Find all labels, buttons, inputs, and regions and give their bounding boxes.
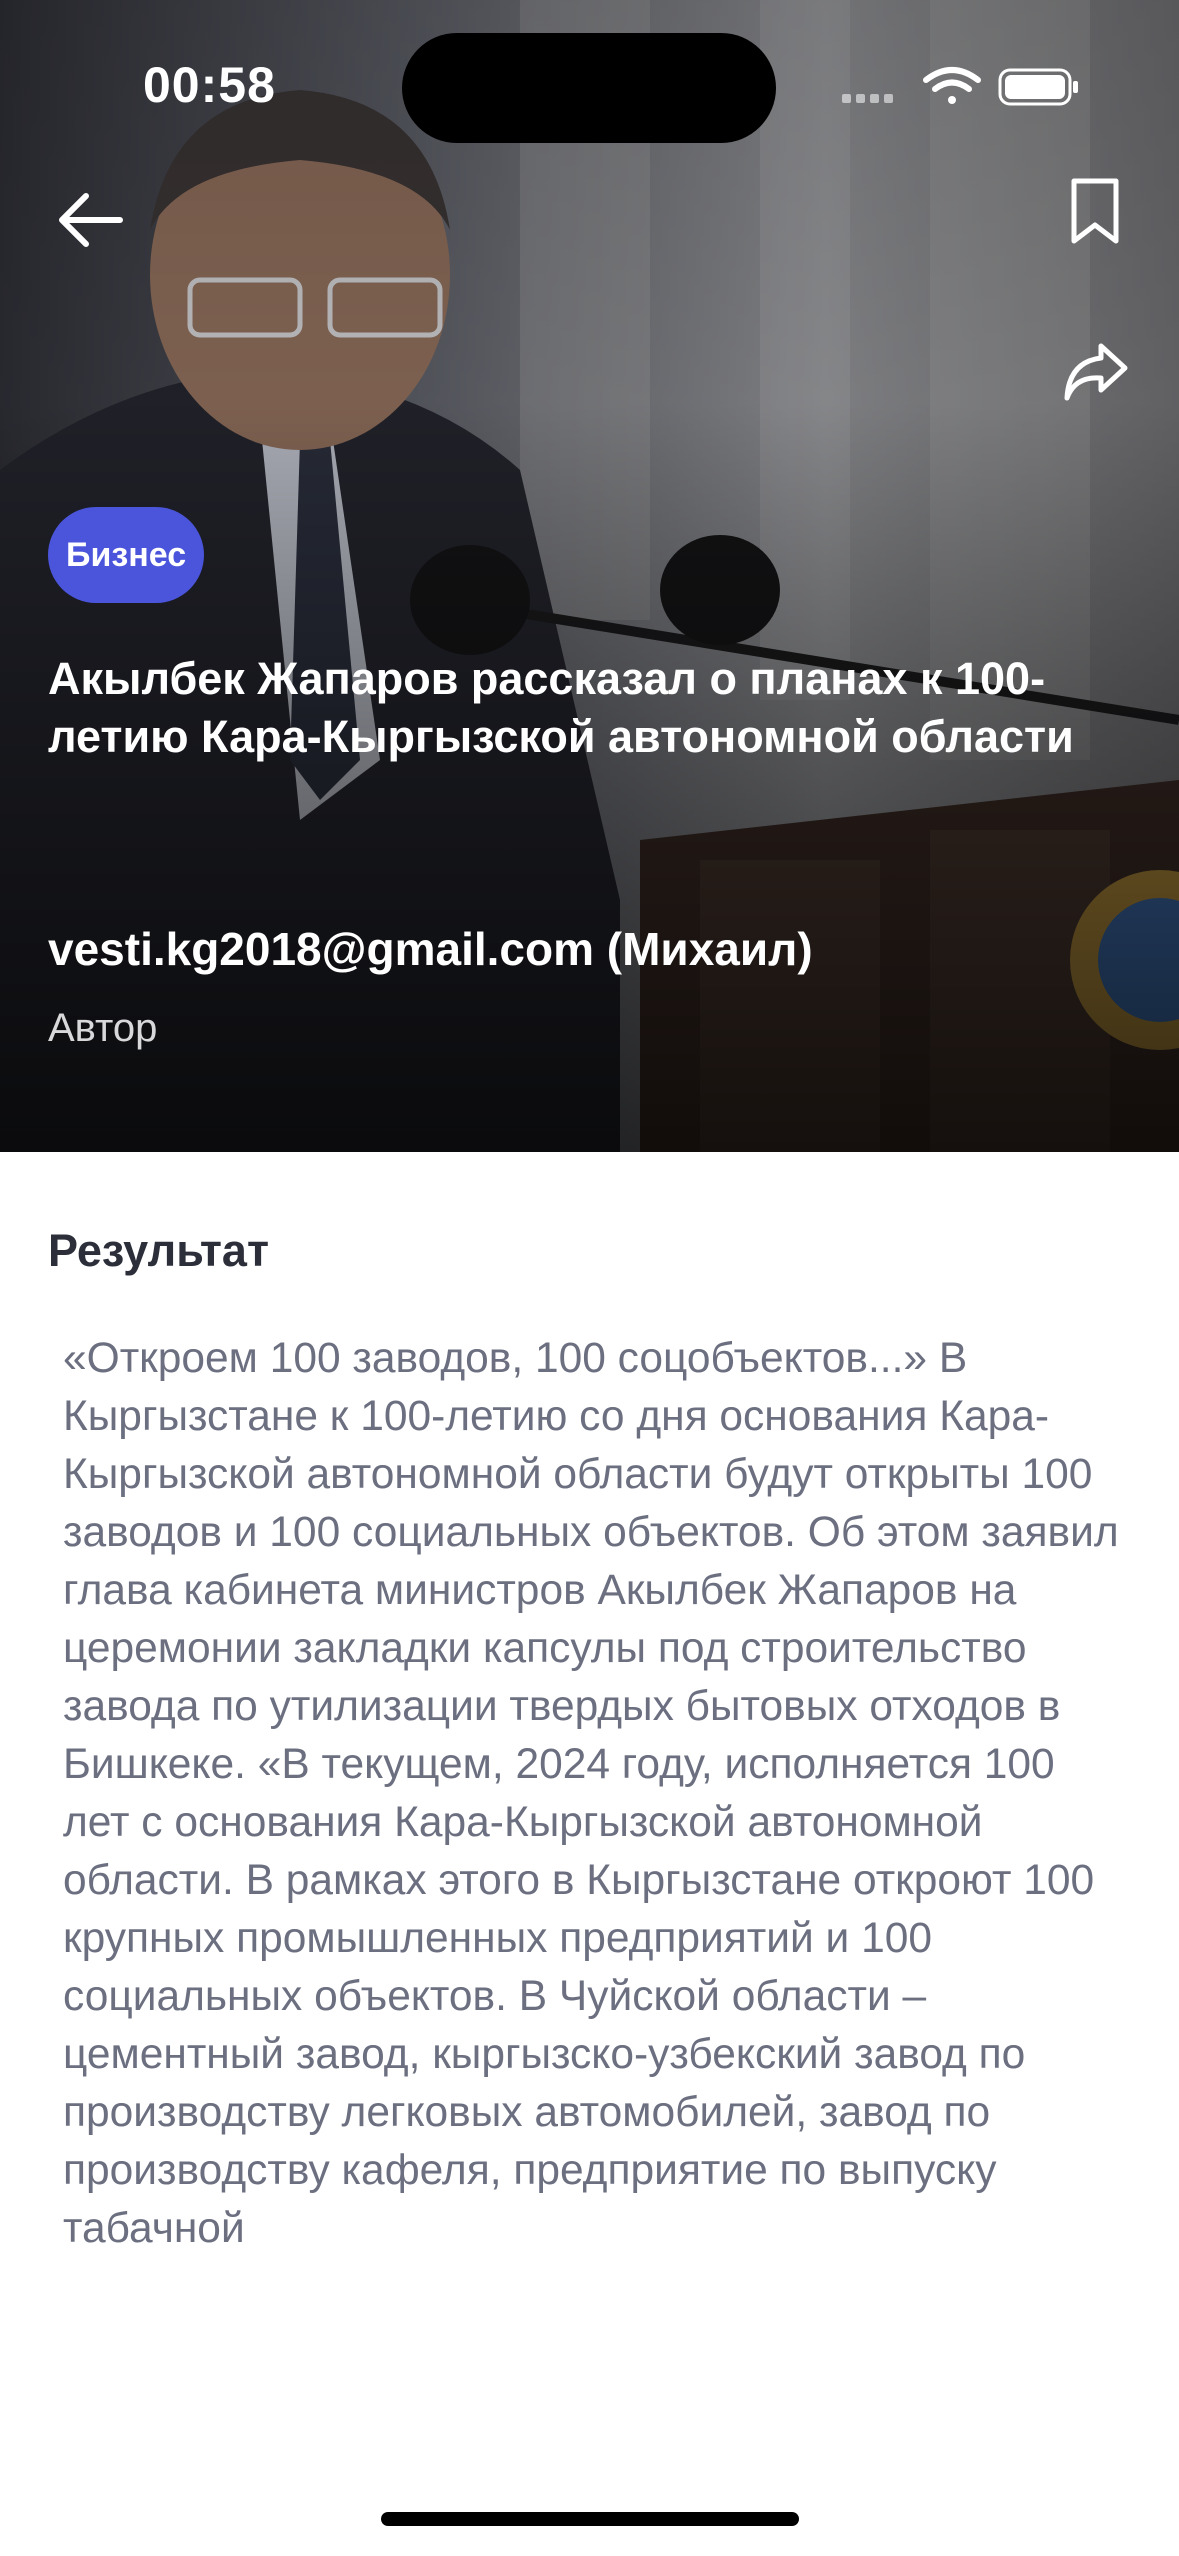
author-role: Автор bbox=[48, 1006, 158, 1050]
status-icons bbox=[842, 67, 1078, 106]
author-name: vesti.kg2018@gmail.com (Михаил) bbox=[48, 923, 813, 975]
hero-image: 00:58 Бизнес Акылбек Жапаров рассказал о… bbox=[0, 0, 1179, 1152]
share-button[interactable] bbox=[1054, 332, 1138, 412]
status-bar: 00:58 bbox=[0, 0, 1179, 160]
bookmark-icon bbox=[1071, 178, 1119, 244]
article-title: Акылбек Жапаров рассказал о планах к 100… bbox=[48, 653, 1074, 762]
category-badge[interactable]: Бизнес bbox=[48, 507, 205, 603]
signal-icon bbox=[842, 94, 893, 103]
bookmark-button[interactable] bbox=[1058, 172, 1132, 252]
back-arrow-icon bbox=[59, 193, 123, 247]
dynamic-island bbox=[402, 33, 776, 143]
share-icon bbox=[1064, 343, 1128, 401]
back-button[interactable] bbox=[48, 180, 132, 260]
battery-icon bbox=[998, 68, 1078, 106]
status-time: 00:58 bbox=[143, 57, 276, 113]
section-title: Результат bbox=[48, 1225, 270, 1276]
article-body: «Откроем 100 заводов, 100 соцобъектов...… bbox=[63, 1335, 1119, 2252]
home-indicator[interactable] bbox=[381, 2512, 799, 2526]
wifi-icon bbox=[923, 67, 981, 104]
